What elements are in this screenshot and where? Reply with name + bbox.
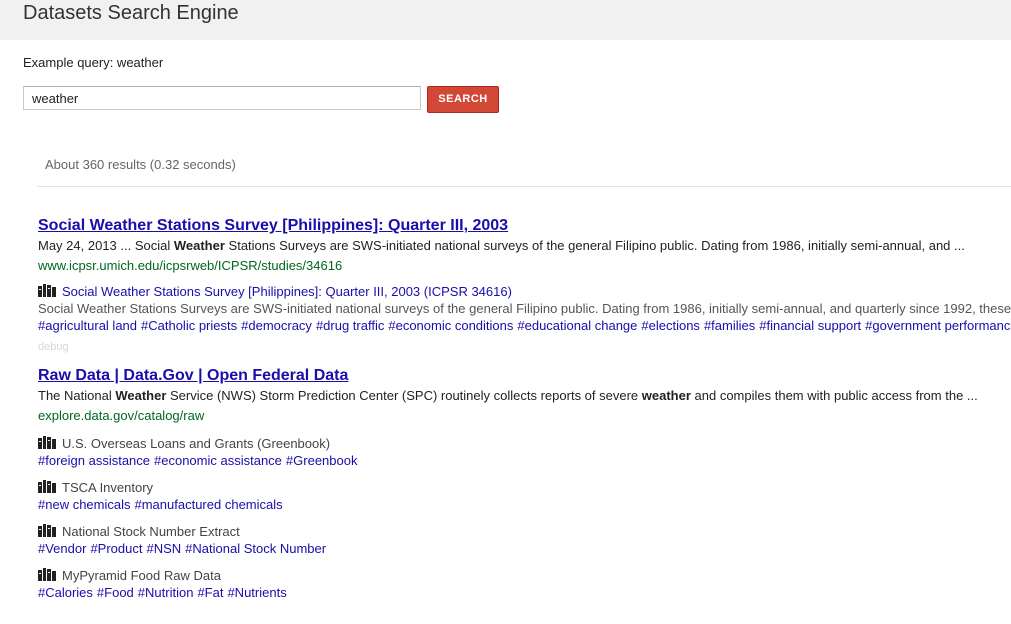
result-snippet: May 24, 2013 ... Social Weather Stations… xyxy=(38,237,1011,255)
book-icon xyxy=(38,524,56,537)
snippet-text: May 24, 2013 ... Social xyxy=(38,238,174,253)
tag-list: #agricultural land #Catholic priests #demo… xyxy=(38,317,1011,334)
snippet-text: Service (NWS) Storm Prediction Center (S… xyxy=(166,388,642,403)
dataset-description: Social Weather Stations Surveys are SWS-… xyxy=(38,301,1011,316)
dataset-link[interactable]: Social Weather Stations Survey [Philippi… xyxy=(62,283,512,300)
book-icon xyxy=(38,480,56,493)
tag-link[interactable]: #families xyxy=(704,318,755,333)
tag-link[interactable]: #economic assistance xyxy=(154,453,282,468)
snippet-highlight: Weather xyxy=(115,388,167,403)
tag-link[interactable]: #Greenbook xyxy=(286,453,358,468)
snippet-text: and compiles them with public access fro… xyxy=(690,388,978,403)
tag-link[interactable]: #agricultural land xyxy=(38,318,137,333)
tag-link[interactable]: #manufactured chemicals xyxy=(135,497,283,512)
tag-link[interactable]: #Catholic priests xyxy=(141,318,237,333)
book-icon xyxy=(38,436,56,449)
tag-link[interactable]: #NSN xyxy=(146,541,181,556)
tag-link[interactable]: #Nutrition xyxy=(138,585,194,600)
dataset-name: U.S. Overseas Loans and Grants (Greenboo… xyxy=(62,436,331,451)
result-item: Raw Data | Data.Gov | Open Federal Data … xyxy=(38,365,1011,601)
tag-list: #foreign assistance #economic assistance #… xyxy=(38,452,1011,469)
results-list: Social Weather Stations Survey [Philippi… xyxy=(38,215,1011,601)
dataset-entry: TSCA Inventory #new chemicals #manufacture… xyxy=(38,479,1011,513)
result-title-link[interactable]: Social Weather Stations Survey [Philippi… xyxy=(38,215,508,237)
dataset-name: National Stock Number Extract xyxy=(62,524,240,539)
tag-link[interactable]: #new chemicals xyxy=(38,497,131,512)
snippet-text: The National xyxy=(38,388,116,403)
tag-link[interactable]: #government performance xyxy=(865,318,1011,333)
dataset-name: MyPyramid Food Raw Data xyxy=(62,568,221,583)
header-bar: Datasets Search Engine xyxy=(0,0,1011,40)
book-icon xyxy=(38,568,56,581)
debug-link[interactable]: debug xyxy=(38,339,1011,355)
tag-link[interactable]: #Calories xyxy=(38,585,93,600)
tag-list: #Calories #Food #Nutrition #Fat #Nutrients xyxy=(38,584,1011,601)
snippet-highlight: Weather xyxy=(173,238,225,253)
tag-link[interactable]: #financial support xyxy=(759,318,861,333)
tag-link[interactable]: #Nutrients xyxy=(227,585,286,600)
tag-link[interactable]: #elections xyxy=(641,318,700,333)
tag-link[interactable]: #democracy xyxy=(241,318,312,333)
tag-list: #new chemicals #manufactured chemicals xyxy=(38,496,1011,513)
tag-link[interactable]: #Fat xyxy=(197,585,223,600)
tag-link[interactable]: #Product xyxy=(90,541,142,556)
tag-link[interactable]: #Food xyxy=(97,585,134,600)
dataset-entry: Social Weather Stations Survey [Philippi… xyxy=(38,283,1011,334)
snippet-highlight: weather xyxy=(641,388,691,403)
tag-link[interactable]: #National Stock Number xyxy=(185,541,326,556)
tag-link[interactable]: #drug traffic xyxy=(316,318,384,333)
dataset-entry: National Stock Number Extract #Vendor #Pro… xyxy=(38,523,1011,557)
dataset-entry: U.S. Overseas Loans and Grants (Greenboo… xyxy=(38,435,1011,469)
result-url: explore.data.gov/catalog/raw xyxy=(38,408,205,423)
app-title: Datasets Search Engine xyxy=(23,2,239,24)
tag-list: #Vendor #Product #NSN #National Stock Numbe… xyxy=(38,540,1011,557)
dataset-entry: MyPyramid Food Raw Data #Calories #Food #Nu… xyxy=(38,567,1011,601)
search-button[interactable]: SEARCH xyxy=(427,86,499,113)
tag-link[interactable]: #foreign assistance xyxy=(38,453,150,468)
divider xyxy=(37,186,1011,187)
result-stats: About 360 results (0.32 seconds) xyxy=(45,157,236,172)
book-icon xyxy=(38,284,56,297)
snippet-text: Stations Surveys are SWS-initiated natio… xyxy=(224,238,965,253)
tag-link[interactable]: #educational change xyxy=(517,318,637,333)
result-item: Social Weather Stations Survey [Philippi… xyxy=(38,215,1011,355)
result-snippet: The National Weather Service (NWS) Storm… xyxy=(38,387,1011,405)
tag-link[interactable]: #Vendor xyxy=(38,541,86,556)
tag-link[interactable]: #economic conditions xyxy=(388,318,513,333)
result-url: www.icpsr.umich.edu/icpsrweb/ICPSR/studi… xyxy=(38,258,343,273)
result-title-link[interactable]: Raw Data | Data.Gov | Open Federal Data xyxy=(38,365,348,387)
search-input[interactable] xyxy=(23,86,421,110)
dataset-name: TSCA Inventory xyxy=(62,480,154,495)
example-query-label: Example query: weather xyxy=(23,55,164,70)
